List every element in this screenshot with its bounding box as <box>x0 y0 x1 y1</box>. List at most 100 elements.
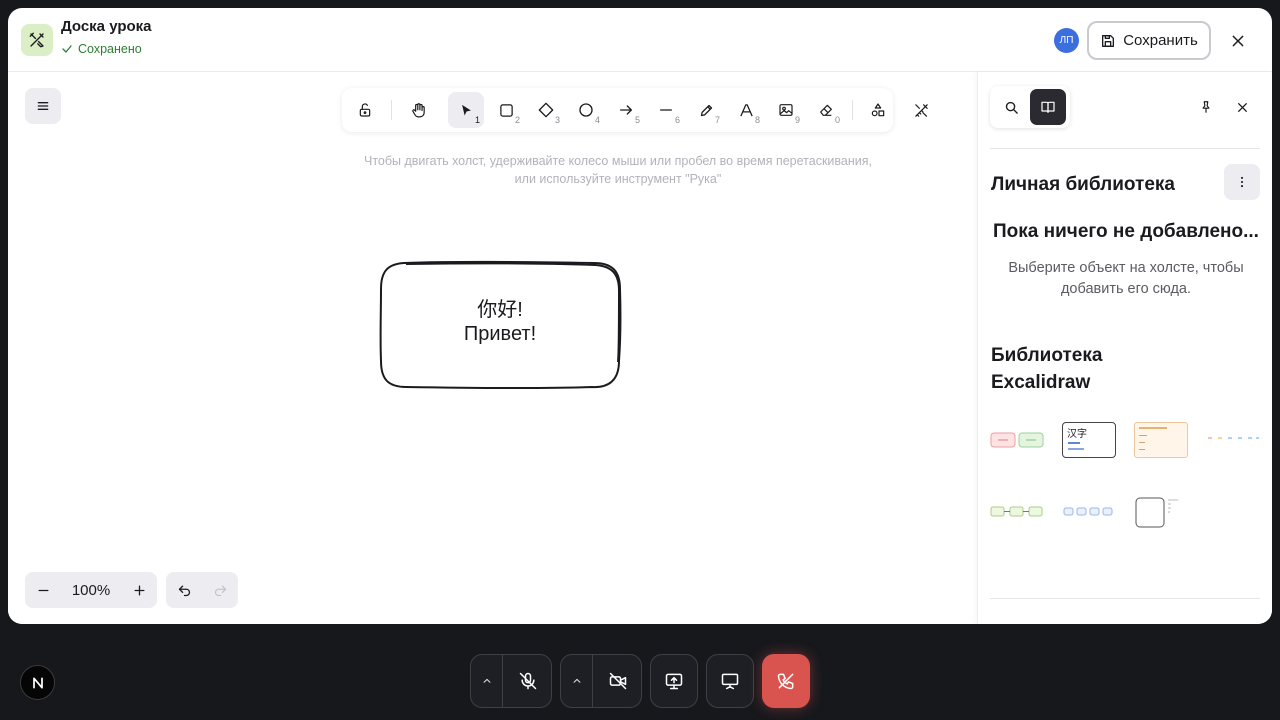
library-item[interactable] <box>990 494 1044 530</box>
undo-icon <box>178 585 190 596</box>
undo-button[interactable] <box>166 572 202 608</box>
history-controls <box>166 572 238 608</box>
whiteboard-modal: Доска урока Сохранено ЛП Сохранить 1 2 3… <box>8 8 1272 624</box>
tool-hand[interactable] <box>400 92 436 128</box>
pin-icon[interactable] <box>1194 95 1218 119</box>
tool-shortcut: 0 <box>834 115 840 125</box>
tool-diamond[interactable]: 3 <box>528 92 564 128</box>
book-icon <box>1041 101 1055 113</box>
phone-hangup-icon <box>777 673 794 690</box>
excalidraw-library-title: Библиотека Excalidraw <box>991 345 1103 393</box>
whiteboard-tools-icon <box>21 24 53 56</box>
save-status-text: Сохранено <box>78 42 142 56</box>
tool-shortcut: 6 <box>674 115 680 125</box>
library-sidebar: Личная библиотека Пока ничего не добавле… <box>977 72 1272 624</box>
tool-eraser[interactable]: 0 <box>808 92 844 128</box>
whiteboard-button[interactable] <box>706 654 754 708</box>
shape-text-line: Привет! <box>463 323 537 345</box>
redo-button[interactable] <box>202 572 238 608</box>
save-status: Сохранено <box>61 42 142 56</box>
hangup-button[interactable] <box>762 654 810 708</box>
tool-draw[interactable]: 7 <box>688 92 724 128</box>
more-vertical-icon <box>1240 176 1244 188</box>
tool-arrow[interactable]: 5 <box>608 92 644 128</box>
tool-selection[interactable]: 1 <box>448 92 484 128</box>
chevron-up-icon <box>573 678 580 683</box>
mic-options-button[interactable] <box>471 655 503 707</box>
square-icon <box>499 103 513 117</box>
check-icon <box>62 45 72 53</box>
camera-toggle-button[interactable] <box>594 655 642 707</box>
library-icon <box>914 103 928 117</box>
library-item[interactable] <box>1134 494 1188 530</box>
divider <box>990 148 1260 149</box>
mic-off-icon <box>519 672 537 690</box>
library-button[interactable] <box>903 92 939 128</box>
sidebar-close-icon[interactable] <box>1230 95 1254 119</box>
diamond-icon <box>538 102 554 118</box>
library-item[interactable] <box>990 422 1044 458</box>
personal-library-title: Личная библиотека <box>991 174 1175 195</box>
screen-share-button[interactable] <box>650 654 698 708</box>
app-logo[interactable] <box>20 665 55 700</box>
library-item[interactable] <box>1134 422 1188 458</box>
drawing-canvas[interactable]: 1 2 3 4 5 6 7 8 9 0 Чтобы двигать холст,… <box>8 72 977 624</box>
main-menu-button[interactable] <box>25 88 61 124</box>
empty-library-title: Пока ничего не добавлено... <box>993 221 1259 242</box>
tool-image[interactable]: 9 <box>768 92 804 128</box>
tool-shortcut: 3 <box>554 115 560 125</box>
modal-header: Доска урока Сохранено ЛП Сохранить <box>8 8 1272 72</box>
zoom-reset-button[interactable]: 100% <box>61 572 121 608</box>
sidebar-tabs <box>990 86 1070 128</box>
library-item-text: 汉字 <box>1067 429 1087 440</box>
tool-shortcut: 8 <box>754 115 760 125</box>
tool-shortcut: 4 <box>594 115 600 125</box>
plus-icon <box>134 585 144 595</box>
library-item[interactable]: 汉字 <box>1062 422 1116 458</box>
shape-text: 你好! Привет! <box>376 298 624 346</box>
chevron-up-icon <box>483 678 490 683</box>
tool-shortcut: 2 <box>514 115 520 125</box>
tool-ellipse[interactable]: 4 <box>568 92 604 128</box>
page-title: Доска урока <box>61 18 152 35</box>
tab-library[interactable] <box>1030 89 1066 125</box>
tool-extra[interactable] <box>860 92 896 128</box>
tool-rectangle[interactable]: 2 <box>488 92 524 128</box>
library-more-button[interactable] <box>1224 164 1260 200</box>
screen-share-icon <box>665 673 683 690</box>
mic-control-group <box>470 654 552 708</box>
library-item[interactable] <box>1062 494 1116 530</box>
save-button[interactable]: Сохранить <box>1087 21 1211 60</box>
camera-options-button[interactable] <box>561 655 593 707</box>
lock-open-icon <box>359 103 371 117</box>
circle-icon <box>579 103 593 117</box>
tool-text[interactable]: 8 <box>728 92 764 128</box>
empty-library-description: Выберите объект на холсте, чтобы добавит… <box>1008 260 1244 297</box>
tool-shortcut: 5 <box>634 115 640 125</box>
text-icon <box>739 103 753 116</box>
library-item[interactable] <box>1206 422 1260 458</box>
save-button-label: Сохранить <box>1123 32 1198 49</box>
close-icon[interactable] <box>1227 30 1249 52</box>
tool-lock[interactable] <box>347 92 383 128</box>
presentation-icon <box>721 673 739 690</box>
zoom-out-button[interactable] <box>25 572 61 608</box>
canvas-hint: Чтобы двигать холст, удерживайте колесо … <box>338 152 898 188</box>
eraser-icon <box>820 104 832 116</box>
shape-text-line: 你好! <box>477 299 523 321</box>
mic-toggle-button[interactable] <box>504 655 552 707</box>
tool-line[interactable]: 6 <box>648 92 684 128</box>
line-icon <box>660 109 672 111</box>
camera-control-group <box>560 654 642 708</box>
tool-shortcut: 7 <box>714 115 720 125</box>
hand-icon <box>411 102 425 117</box>
tab-search[interactable] <box>993 89 1029 125</box>
canvas-hint-line: или используйте инструмент "Рука" <box>514 172 722 186</box>
avatar[interactable]: ЛП <box>1054 28 1079 53</box>
pointer-icon <box>461 104 471 115</box>
shapes-icon <box>871 103 885 117</box>
camera-off-icon <box>609 672 627 690</box>
redo-icon <box>214 585 226 596</box>
zoom-in-button[interactable] <box>121 572 157 608</box>
minus-icon <box>38 589 48 591</box>
